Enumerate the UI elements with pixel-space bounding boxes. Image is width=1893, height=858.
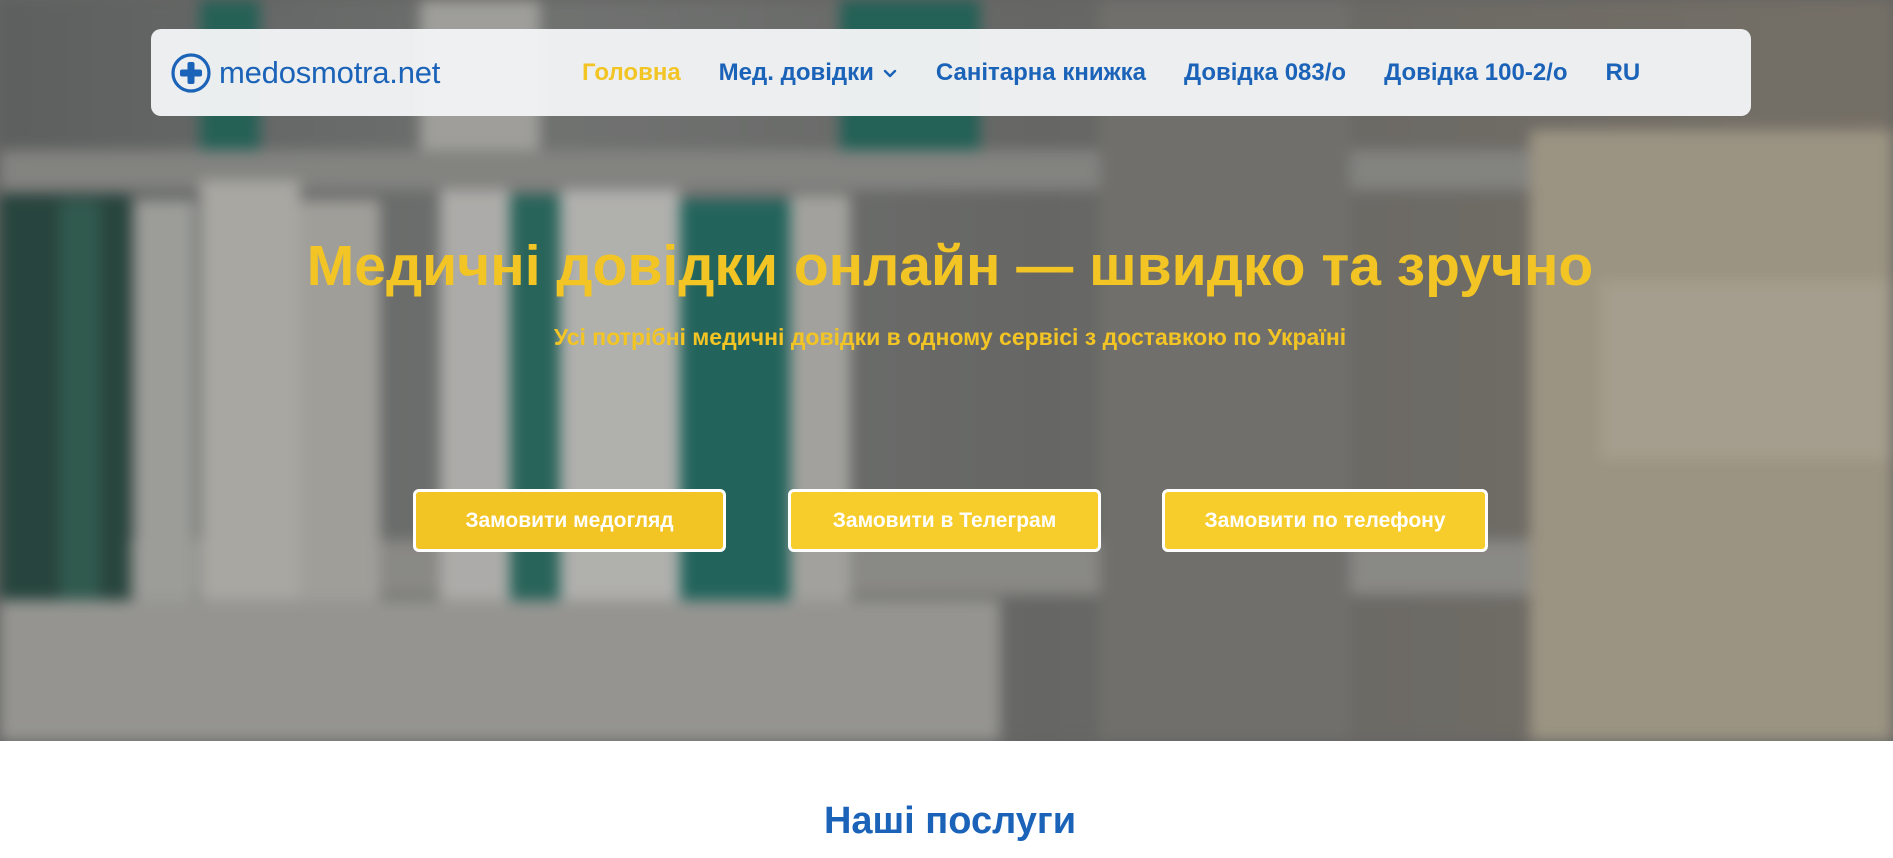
chevron-down-icon <box>883 69 897 77</box>
hero-title: Медичні довідки онлайн — швидко та зручн… <box>306 234 1594 298</box>
medical-cross-icon <box>171 53 211 93</box>
site-logo-text: medosmotra.net <box>219 55 441 90</box>
nav-item-home[interactable]: Головна <box>582 59 681 87</box>
hero-subtitle: Усі потрібні медичні довідки в одному се… <box>553 324 1347 350</box>
header-navbar: medosmotra.net Головна Мед. довідки Сані… <box>151 29 1751 116</box>
nav-item-med-certificates-label: Мед. довідки <box>718 58 874 86</box>
order-by-phone-button[interactable]: Замовити по телефону <box>1162 489 1488 552</box>
main-navigation: Головна Мед. довідки Санітарна книжка До… <box>582 29 1678 116</box>
services-section-title: Наші послуги <box>823 800 1077 842</box>
nav-item-certificate-100-2[interactable]: Довідка 100-2/о <box>1384 59 1567 87</box>
site-logo[interactable]: medosmotra.net <box>171 52 440 94</box>
nav-item-sanitary-book[interactable]: Санітарна книжка <box>936 59 1146 87</box>
order-telegram-button[interactable]: Замовити в Телеграм <box>788 489 1101 552</box>
hero-section: medosmotra.net Головна Мед. довідки Сані… <box>0 0 1893 741</box>
language-switch-ru[interactable]: RU <box>1606 59 1641 87</box>
order-medical-exam-button[interactable]: Замовити медогляд <box>413 489 726 552</box>
nav-item-certificate-083[interactable]: Довідка 083/о <box>1184 59 1346 87</box>
nav-item-med-certificates[interactable]: Мед. довідки <box>719 59 898 87</box>
